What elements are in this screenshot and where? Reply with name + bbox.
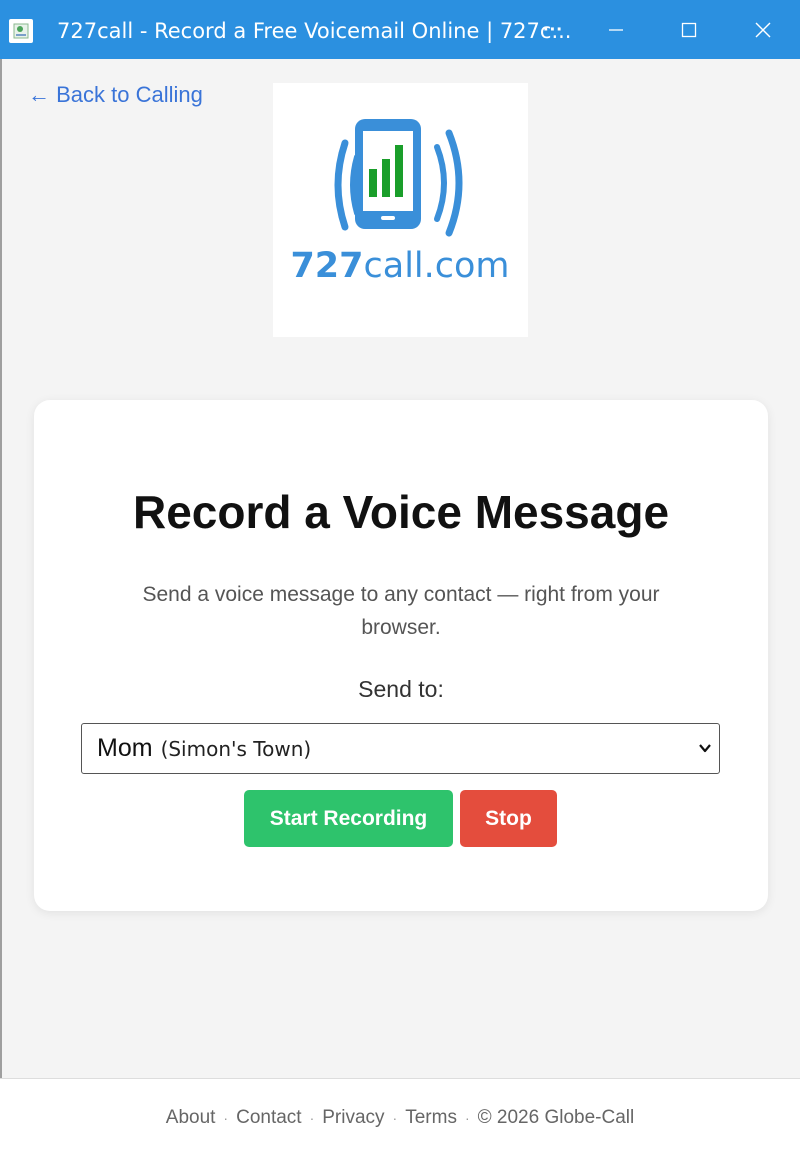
logo-text-rest: call.com (364, 246, 510, 286)
separator-dot: · (223, 1110, 229, 1126)
contact-select[interactable]: Mom (Simon's Town) (81, 723, 720, 774)
page-title: Record a Voice Message (132, 486, 670, 538)
voice-message-card: Record a Voice Message Send a voice mess… (34, 400, 768, 911)
send-to-label: Send to: (358, 676, 444, 702)
window-left-border (0, 59, 2, 1154)
close-button[interactable] (748, 14, 778, 46)
footer-link-terms[interactable]: Terms (405, 1107, 457, 1128)
page-description: Send a voice message to any contact — ri… (142, 583, 660, 639)
footer-link-about[interactable]: About (166, 1107, 216, 1128)
app-icon (9, 19, 33, 43)
separator-dot: · (392, 1110, 398, 1126)
logo-text-number: 727 (290, 246, 363, 286)
start-recording-button[interactable]: Start Recording (244, 790, 453, 847)
site-logo[interactable]: 727call.com (273, 83, 528, 337)
phone-signal-icon: 727call.com (290, 119, 510, 286)
footer-link-contact[interactable]: Contact (236, 1107, 301, 1128)
separator-dot: · (309, 1110, 315, 1126)
stop-button[interactable]: Stop (460, 790, 557, 847)
chevron-down-icon (699, 744, 711, 753)
minimize-icon (609, 29, 623, 31)
selected-contact-place: (Simon's Town) (160, 736, 312, 761)
footer-links: About · Contact · Privacy · Terms · © 2026 Globe… (0, 1107, 800, 1129)
window-title: 727call - Record a Free Voicemail Online… (57, 19, 572, 43)
window-titlebar: 727call - Record a Free Voicemail Online… (0, 0, 800, 59)
maximize-button[interactable] (674, 14, 704, 46)
back-to-calling-link[interactable]: ← Back to Calling (28, 82, 203, 108)
close-icon (755, 22, 771, 38)
more-options-icon[interactable]: ··· (538, 14, 568, 46)
footer-link-privacy[interactable]: Privacy (322, 1107, 384, 1128)
svg-text:727call.com: 727call.com (290, 246, 509, 286)
maximize-icon (681, 22, 697, 38)
copyright-text: © 2026 Globe-Call (477, 1107, 635, 1128)
separator-dot: · (464, 1110, 470, 1126)
selected-contact-name: Mom (97, 734, 153, 762)
minimize-button[interactable] (601, 14, 631, 46)
page-footer: About · Contact · Privacy · Terms · © 2026 Globe… (0, 1078, 800, 1154)
